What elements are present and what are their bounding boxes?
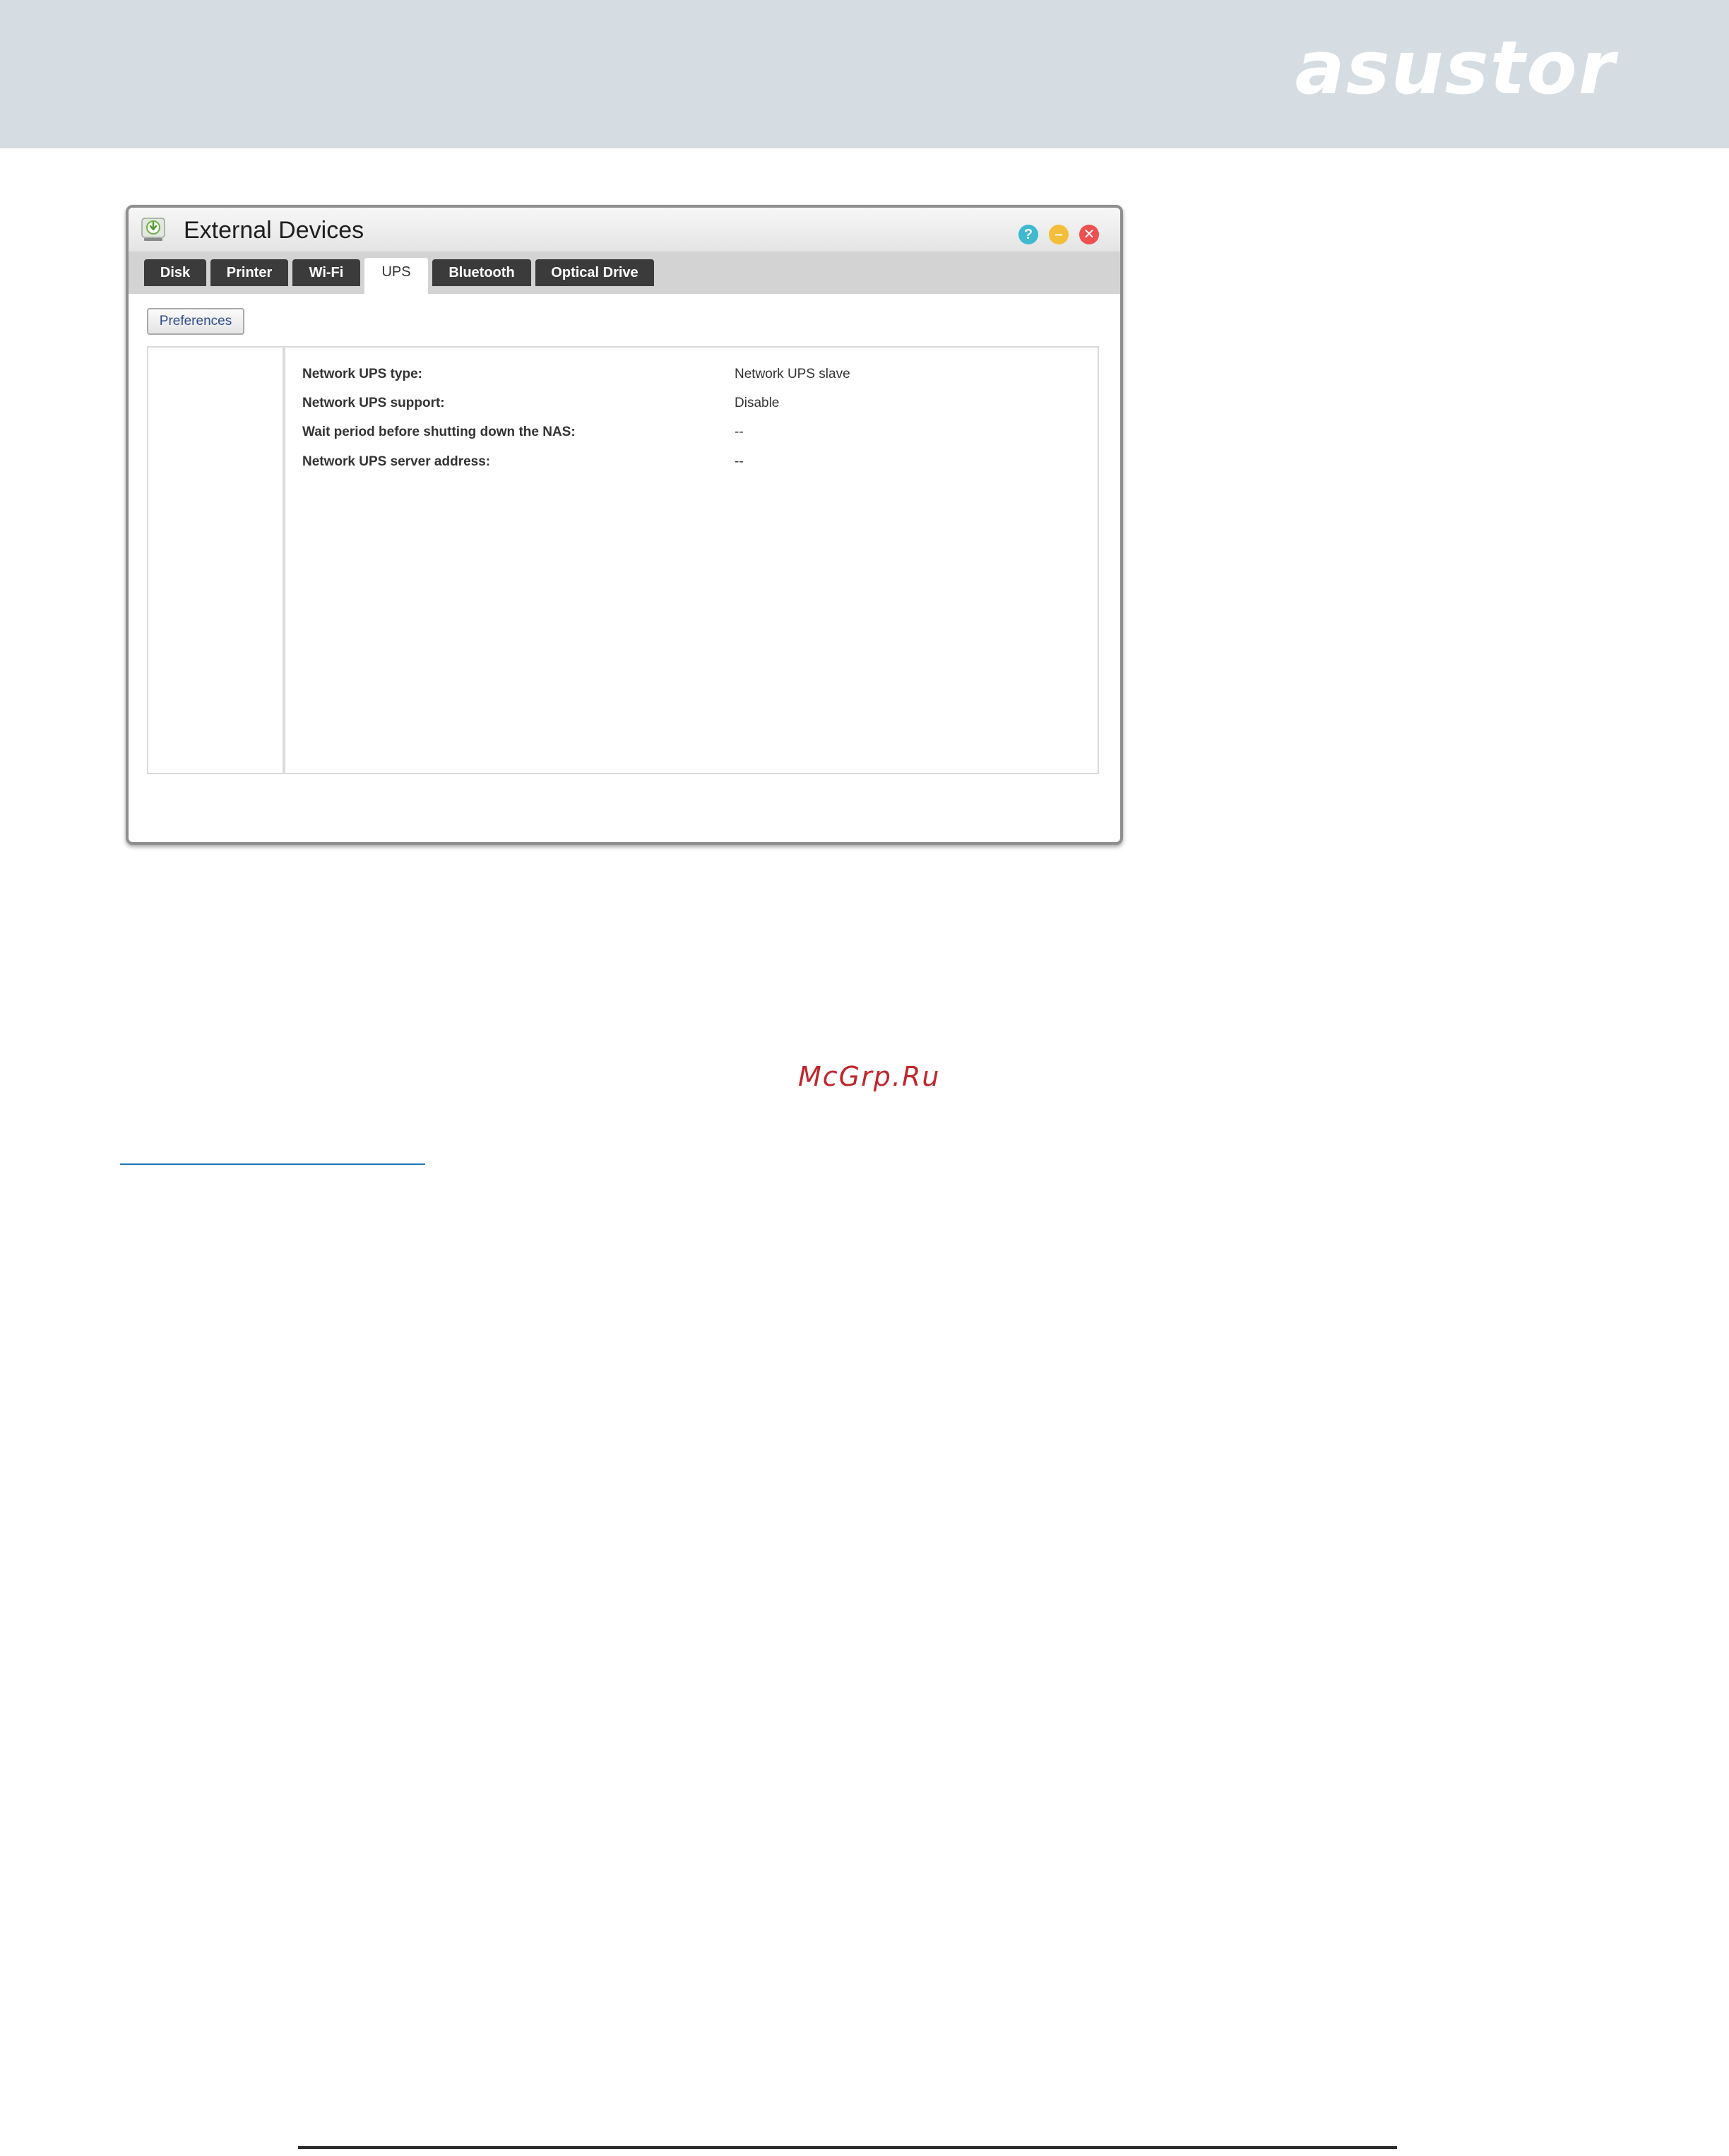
help-button[interactable]: ? [1018, 225, 1038, 244]
info-label: Network UPS type: [302, 367, 422, 381]
info-label: Wait period before shutting down the NAS… [302, 425, 576, 439]
info-value: -- [735, 454, 744, 469]
tab-bluetooth[interactable]: Bluetooth [432, 259, 531, 286]
asustor-logo: asustor [1295, 25, 1616, 111]
content-panel: Network UPS type: Network UPS slave Netw… [147, 346, 1099, 774]
tab-disk[interactable]: Disk [144, 259, 206, 286]
info-label: Network UPS server address: [302, 454, 491, 469]
left-pane [148, 348, 285, 773]
close-button[interactable]: ✕ [1079, 225, 1099, 244]
external-devices-icon [140, 216, 167, 243]
page-header: asustor [0, 0, 1729, 148]
preferences-button[interactable]: Preferences [147, 308, 244, 335]
watermark-text: McGrp.Ru [798, 1061, 941, 1092]
external-devices-window: External Devices ? – ✕ Disk Printer Wi-F… [126, 205, 1123, 845]
tab-ups[interactable]: UPS [364, 258, 428, 294]
info-value: -- [735, 425, 744, 439]
window-title: External Devices [184, 217, 364, 244]
info-label: Network UPS support: [302, 396, 445, 410]
window-titlebar[interactable]: External Devices ? – ✕ [129, 208, 1120, 251]
bottom-rule [298, 2146, 1397, 2149]
info-value: Disable [735, 396, 780, 410]
info-value: Network UPS slave [735, 367, 850, 381]
tab-strip: Disk Printer Wi-Fi UPS Bluetooth Optical… [129, 251, 1120, 294]
tab-optical-drive[interactable]: Optical Drive [535, 259, 654, 286]
tab-wifi[interactable]: Wi-Fi [292, 259, 360, 286]
footnote-rule [120, 1163, 425, 1165]
minimize-button[interactable]: – [1049, 225, 1069, 244]
tab-printer[interactable]: Printer [210, 259, 288, 286]
